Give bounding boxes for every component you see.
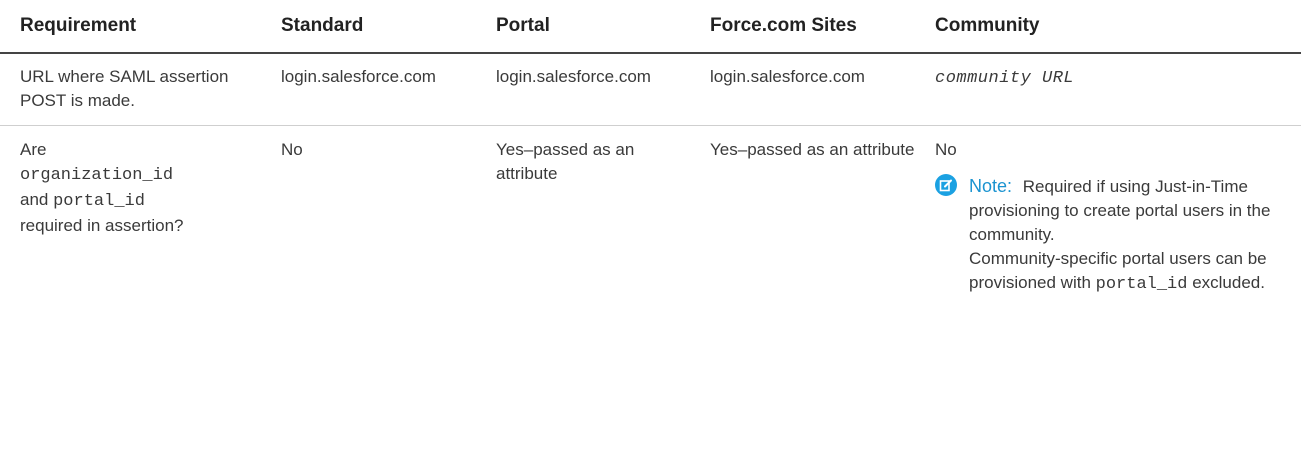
cell-standard: login.salesforce.com xyxy=(271,53,486,126)
requirement-suffix: required in assertion? xyxy=(20,216,184,235)
code-organization-id: organization_id xyxy=(20,166,174,185)
header-requirement: Requirement xyxy=(0,0,271,54)
requirement-and: and xyxy=(20,190,49,209)
cell-portal: Yes–passed as an attribute xyxy=(486,126,700,310)
standard-value: No xyxy=(281,140,303,159)
cell-requirement: Are organization_id and portal_id requir… xyxy=(0,126,271,310)
community-value: No xyxy=(935,140,957,159)
note-text: Required if using Just-in-Time provision… xyxy=(969,177,1271,244)
code-portal-id: portal_id xyxy=(53,192,145,211)
header-portal: Portal xyxy=(486,0,700,54)
requirement-prefix: Are xyxy=(20,140,47,159)
header-community: Community xyxy=(925,0,1301,54)
sites-value: Yes–passed as an attribute xyxy=(710,140,915,159)
note-callout: Note: Required if using Just-in-Time pro… xyxy=(935,174,1293,297)
note-code-portal-id: portal_id xyxy=(1095,275,1188,294)
cell-portal: login.salesforce.com xyxy=(486,53,700,126)
cell-sites: login.salesforce.com xyxy=(700,53,925,126)
header-standard: Standard xyxy=(271,0,486,54)
cell-community: community URL xyxy=(925,53,1301,126)
edit-note-icon xyxy=(935,174,957,196)
table-row: URL where SAML assertion POST is made. l… xyxy=(0,53,1301,126)
portal-value: Yes–passed as an attribute xyxy=(496,140,635,183)
cell-standard: No xyxy=(271,126,486,310)
note-text-3: excluded. xyxy=(1192,273,1265,292)
header-force-com-sites: Force.com Sites xyxy=(700,0,925,54)
cell-requirement: URL where SAML assertion POST is made. xyxy=(0,53,271,126)
table-row: Are organization_id and portal_id requir… xyxy=(0,126,1301,310)
standard-value: login.salesforce.com xyxy=(281,67,436,86)
requirement-text: URL where SAML assertion POST is made. xyxy=(20,67,229,110)
note-label: Note: xyxy=(969,176,1013,196)
header-row: Requirement Standard Portal Force.com Si… xyxy=(0,0,1301,54)
requirements-table: Requirement Standard Portal Force.com Si… xyxy=(0,0,1301,309)
community-url: community URL xyxy=(935,69,1075,88)
portal-value: login.salesforce.com xyxy=(496,67,651,86)
cell-sites: Yes–passed as an attribute xyxy=(700,126,925,310)
sites-value: login.salesforce.com xyxy=(710,67,865,86)
cell-community: No Note: Required if using Just-in-Time … xyxy=(925,126,1301,310)
note-extra: Community-specific portal users can be p… xyxy=(969,247,1293,297)
